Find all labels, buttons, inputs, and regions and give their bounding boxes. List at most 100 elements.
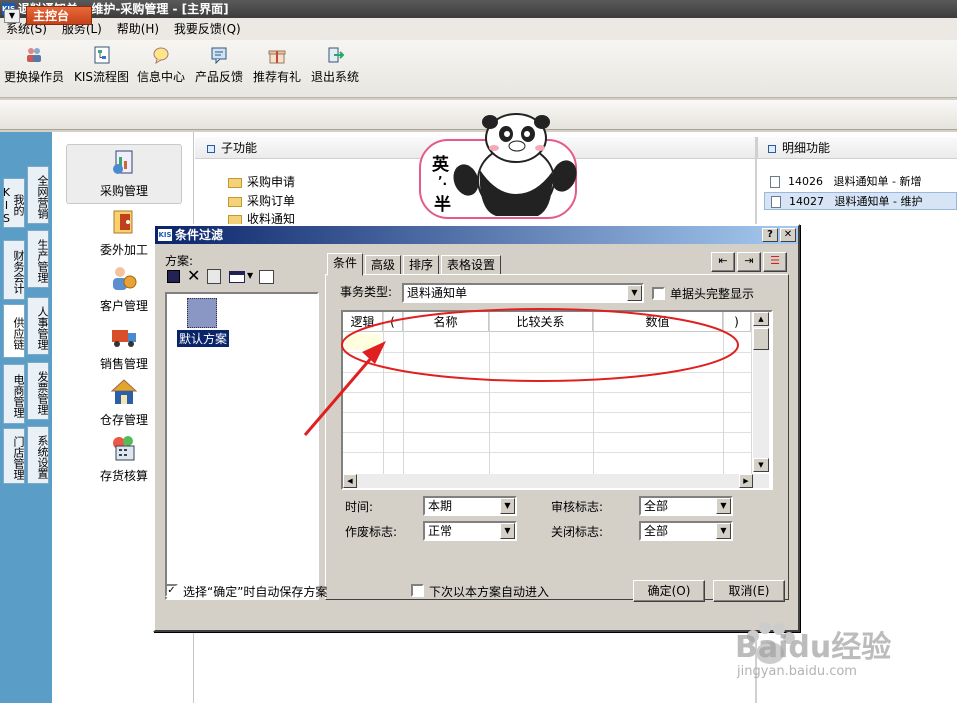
feedback-icon xyxy=(211,47,227,64)
square-icon xyxy=(768,144,776,153)
document-icon xyxy=(771,196,781,208)
transaction-type-label: 事务类型: xyxy=(340,285,393,299)
grid-header-name: 名称 xyxy=(403,312,489,332)
scheme-item-default[interactable]: 默认方案 xyxy=(177,330,230,347)
grid-vertical-scrollbar[interactable]: ▲ ▼ xyxy=(753,312,769,472)
void-flag-select[interactable]: 正常 ▼ xyxy=(423,521,517,541)
tab-invoice[interactable]: 发票管理 xyxy=(27,362,49,420)
square-icon xyxy=(207,144,215,153)
export-icon[interactable] xyxy=(259,270,274,284)
info-center-button[interactable]: 信息中心 xyxy=(137,46,185,85)
product-feedback-button[interactable]: 产品反馈 xyxy=(195,46,243,85)
full-header-checkbox[interactable] xyxy=(652,287,665,300)
ok-button[interactable]: 确定(O) xyxy=(633,580,705,602)
tab-hr[interactable]: 人事管理 xyxy=(27,297,49,355)
scroll-down-icon[interactable]: ▼ xyxy=(753,458,769,472)
full-header-label: 单据头完整显示 xyxy=(670,287,755,301)
sticker-text-1: 英 xyxy=(432,155,449,175)
scroll-left-icon[interactable]: ◀ xyxy=(343,474,357,488)
grid-header-open-paren: ( xyxy=(383,312,403,332)
menu-feedback[interactable]: 我要反馈(Q) xyxy=(168,18,246,40)
chevron-down-icon: ▼ xyxy=(627,285,642,301)
time-label: 时间: xyxy=(345,500,374,514)
chevron-down-icon[interactable]: ▼ xyxy=(247,271,253,280)
module-purchase[interactable]: 采购管理 xyxy=(66,144,182,204)
users-icon xyxy=(27,48,41,62)
folder-icon xyxy=(228,177,242,188)
tab-system-settings[interactable]: 系统设置 xyxy=(27,426,49,484)
gift-icon xyxy=(268,50,286,64)
grid-cell-logic[interactable] xyxy=(345,334,381,350)
sticker-dot: ’. xyxy=(438,174,448,188)
detail-item-return-notice-add[interactable]: 14026 退料通知单 - 新增 xyxy=(764,173,957,191)
panda-sticker: 英 ’. 半 xyxy=(418,110,578,220)
recommend-gift-button[interactable]: 推荐有礼 xyxy=(253,46,301,85)
close-button[interactable]: ✕ xyxy=(780,228,796,242)
calculator-icon xyxy=(113,436,135,461)
tab-table-settings[interactable]: 表格设置 xyxy=(441,255,502,275)
tab-store[interactable]: 门店管理 xyxy=(3,428,25,484)
scroll-thumb[interactable] xyxy=(753,328,769,350)
scroll-right-icon[interactable]: ▶ xyxy=(739,474,753,488)
tab-conditions[interactable]: 条件 xyxy=(327,253,364,276)
tab-marketing[interactable]: 全网营销 xyxy=(27,166,49,224)
baidu-watermark: Baidu经验 jingyan.baidu.com xyxy=(735,608,957,703)
copy-icon[interactable] xyxy=(207,269,221,284)
detail-function-header: 明细功能 xyxy=(757,137,957,159)
save-icon[interactable] xyxy=(167,270,180,283)
tab-ecommerce[interactable]: 电商管理 xyxy=(3,364,25,424)
next-auto-checkbox[interactable] xyxy=(411,584,424,597)
sub-item-purchase-order[interactable]: 采购订单 xyxy=(228,192,295,210)
delete-row-button[interactable]: ☰ xyxy=(763,252,787,272)
insert-row-button[interactable]: ⇤ xyxy=(711,252,735,272)
detail-item-return-notice-maintain[interactable]: 14027 退料通知单 - 维护 xyxy=(764,192,957,210)
scheme-toolbar: ✕ ▼ xyxy=(165,266,275,288)
console-tab[interactable]: 主控台 xyxy=(26,6,92,25)
message-icon xyxy=(153,47,169,64)
audit-flag-select[interactable]: 全部 ▼ xyxy=(639,496,733,516)
cancel-button[interactable]: 取消(E) xyxy=(713,580,785,602)
scheme-icon xyxy=(187,298,217,328)
time-select[interactable]: 本期 ▼ xyxy=(423,496,517,516)
tab-supply-chain[interactable]: 供应链 xyxy=(3,304,25,358)
kis-logo: KIS xyxy=(158,229,172,241)
sticker-text-2: 半 xyxy=(434,195,451,215)
exit-system-button[interactable]: 退出系统 xyxy=(311,46,359,85)
autosave-checkbox[interactable]: ✓ xyxy=(165,584,178,597)
append-row-button[interactable]: ⇥ xyxy=(737,252,761,272)
tab-my-kis[interactable]: 我的KIS xyxy=(0,178,25,228)
close-flag-select[interactable]: 全部 ▼ xyxy=(639,521,733,541)
sub-item-purchase-request[interactable]: 采购申请 xyxy=(228,173,295,191)
close-flag-label: 关闭标志: xyxy=(551,525,604,539)
grid-icon[interactable] xyxy=(229,271,245,283)
kis-flowchart-button[interactable]: KIS流程图 xyxy=(74,46,129,85)
outsource-icon xyxy=(113,210,133,234)
tab-advanced[interactable]: 高级 xyxy=(365,255,402,275)
scroll-up-icon[interactable]: ▲ xyxy=(753,312,769,326)
autosave-label: 选择“确定”时自动保存方案 xyxy=(183,585,328,599)
purchase-icon xyxy=(113,150,133,174)
tab-sort[interactable]: 排序 xyxy=(403,255,440,275)
chevron-down-icon: ▼ xyxy=(500,523,515,539)
sales-icon xyxy=(112,330,136,347)
tab-finance[interactable]: 财务会计 xyxy=(3,240,25,300)
folder-icon xyxy=(228,196,242,207)
chevron-down-icon: ▼ xyxy=(716,498,731,514)
audit-flag-label: 审核标志: xyxy=(551,500,604,514)
chevron-down-icon: ▼ xyxy=(500,498,515,514)
delete-icon[interactable]: ✕ xyxy=(187,266,200,285)
grid-horizontal-scrollbar[interactable]: ◀ ▶ xyxy=(343,474,769,488)
transaction-type-select[interactable]: 退料通知单 ▼ xyxy=(402,283,644,303)
chevron-down-icon: ▼ xyxy=(716,523,731,539)
menu-bar: 系统(S) 服务(L) 帮助(H) 我要反馈(Q) xyxy=(0,18,957,40)
next-auto-label: 下次以本方案自动进入 xyxy=(429,585,550,599)
help-button[interactable]: ? xyxy=(762,228,778,242)
tab-production[interactable]: 生产管理 xyxy=(27,230,49,288)
main-toolbar: 更换操作员 KIS流程图 信息中心 产品反馈 推荐有礼 退出系统 xyxy=(0,40,957,98)
app-title-bar: KIS 退料通知单 - 维护-采购管理 - [主界面] xyxy=(0,0,957,18)
grid-header-logic: 逻辑 xyxy=(343,312,383,332)
console-collapse-button[interactable]: ▼ xyxy=(4,9,20,23)
menu-help[interactable]: 帮助(H) xyxy=(111,18,164,40)
switch-operator-button[interactable]: 更换操作员 xyxy=(4,46,64,85)
watermark-brand: Baidu经验 xyxy=(735,630,892,665)
